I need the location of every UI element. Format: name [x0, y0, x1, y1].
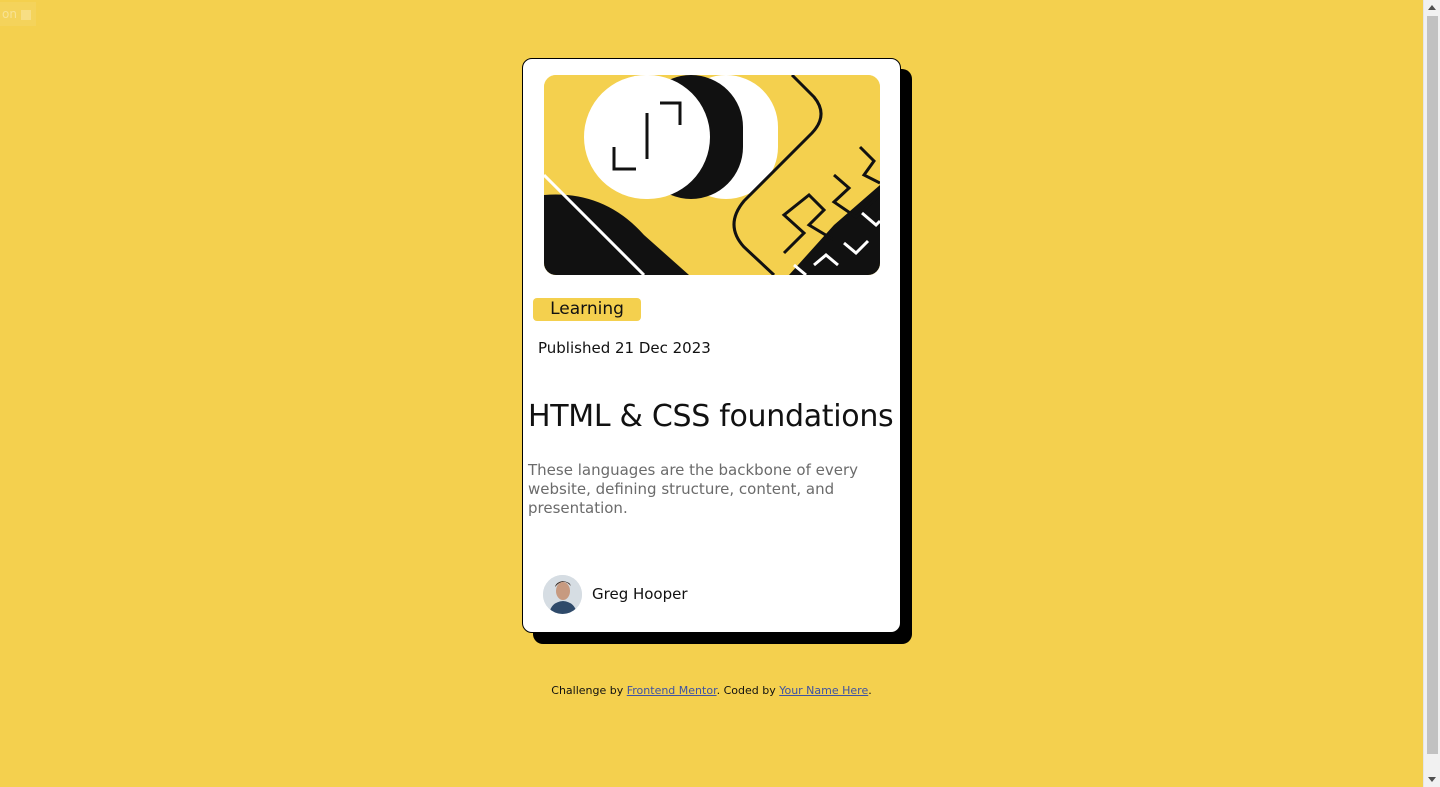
illustration-graphic — [544, 75, 880, 275]
article-description: These languages are the backbone of ever… — [528, 461, 858, 517]
author-link[interactable]: Your Name Here — [779, 684, 868, 697]
corner-badge: on — [0, 2, 36, 26]
category-tag: Learning — [533, 298, 641, 321]
blog-preview-card: Learning Published 21 Dec 2023 HTML & CS… — [522, 58, 901, 633]
author: Greg Hooper — [543, 574, 688, 614]
page: on Learning Published 21 Dec 2023 HTML &… — [0, 0, 1440, 787]
published-date: Published 21 Dec 2023 — [538, 339, 711, 357]
footer-middle: . Coded by — [716, 684, 780, 697]
article-illustration — [544, 75, 880, 275]
article-title[interactable]: HTML & CSS foundations — [528, 399, 898, 434]
scroll-up-arrow-icon[interactable] — [1428, 5, 1436, 10]
footer-attribution: Challenge by Frontend Mentor. Coded by Y… — [0, 684, 1423, 697]
author-name: Greg Hooper — [592, 585, 688, 603]
corner-badge-label: on — [2, 7, 17, 21]
vertical-scrollbar[interactable] — [1423, 0, 1440, 787]
footer-prefix: Challenge by — [551, 684, 627, 697]
avatar-image — [543, 574, 582, 614]
footer-suffix: . — [868, 684, 872, 697]
avatar — [543, 574, 582, 614]
scroll-down-arrow-icon[interactable] — [1428, 777, 1436, 782]
scrollbar-thumb[interactable] — [1427, 16, 1438, 754]
frontend-mentor-link[interactable]: Frontend Mentor — [627, 684, 717, 697]
square-icon — [20, 9, 31, 20]
